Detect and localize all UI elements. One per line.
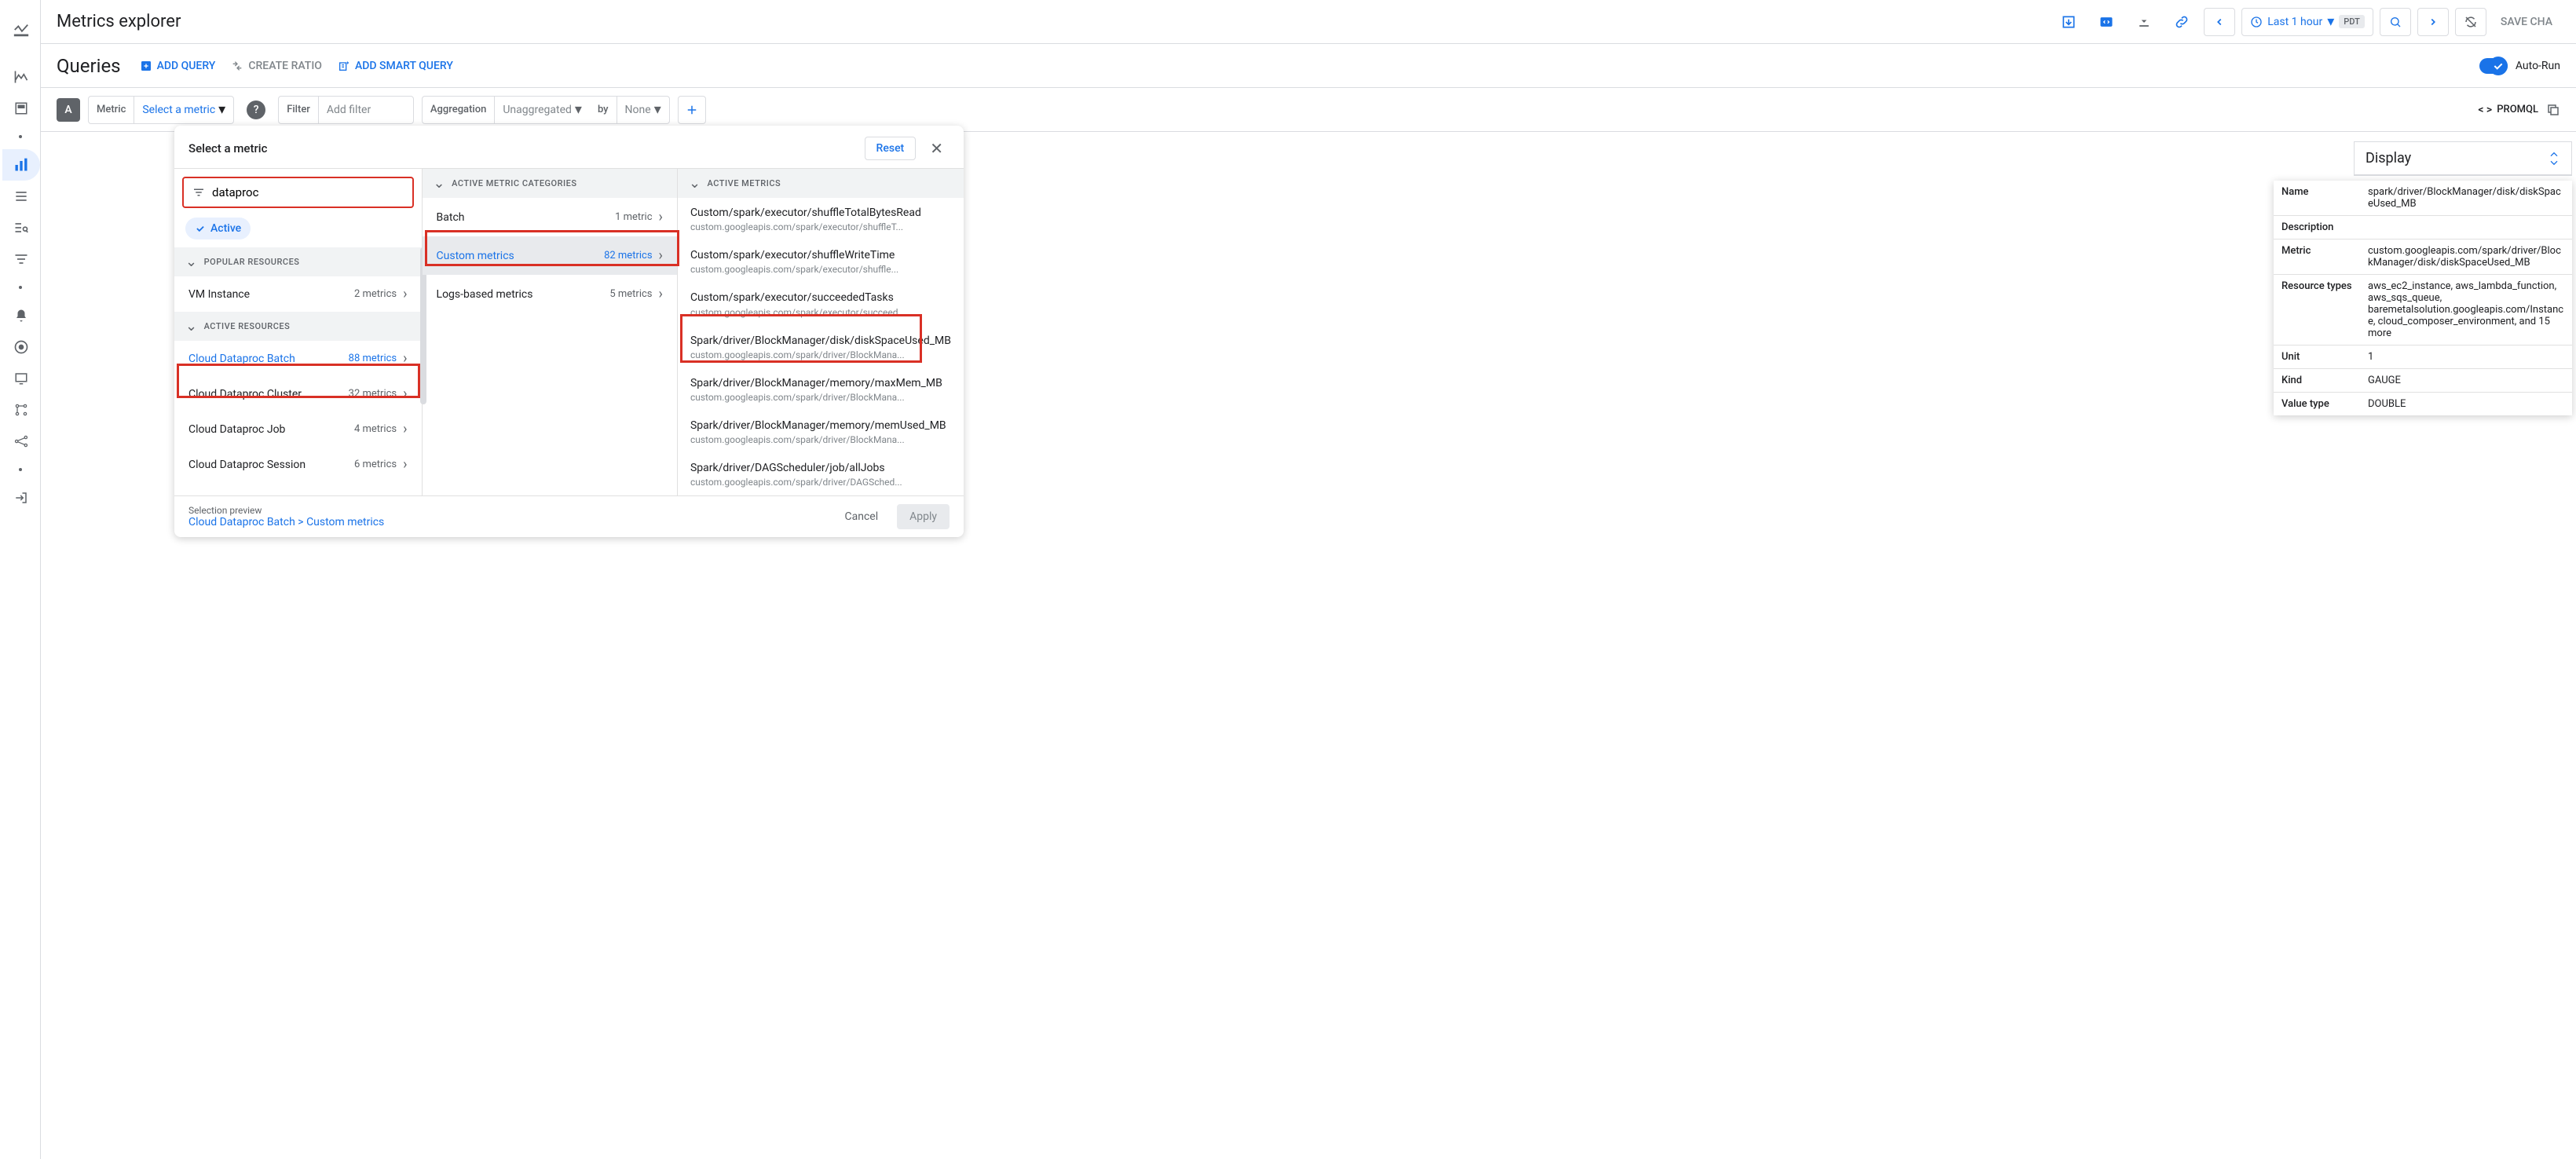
- metrics-explorer-icon[interactable]: [2, 149, 40, 181]
- metric-item[interactable]: Custom/spark/executor/shuffleWriteTime c…: [678, 240, 964, 283]
- queries-bar: Queries ADD QUERY CREATE RATIO ADD SMART…: [41, 44, 2576, 88]
- groups-icon[interactable]: [2, 394, 40, 426]
- by-select[interactable]: None ▾: [617, 101, 669, 118]
- search-list-icon[interactable]: [2, 212, 40, 243]
- create-ratio-button[interactable]: CREATE RATIO: [231, 60, 322, 72]
- cancel-button[interactable]: Cancel: [832, 504, 891, 529]
- dashboards-icon[interactable]: [2, 61, 40, 93]
- active-resources-header[interactable]: ⌄ACTIVE RESOURCES: [174, 312, 422, 341]
- query-id-chip[interactable]: A: [57, 98, 80, 122]
- left-nav-rail: [0, 0, 41, 1159]
- metric-item-diskspace[interactable]: Spark/driver/BlockManager/disk/diskSpace…: [678, 326, 964, 368]
- copy-icon[interactable]: [2546, 103, 2560, 117]
- page-title: Metrics explorer: [57, 12, 181, 31]
- metric-selector-dropdown: Select a metric Reset ✕: [174, 126, 964, 537]
- add-query-button[interactable]: ADD QUERY: [140, 60, 216, 72]
- metric-item[interactable]: Spark/driver/BlockManager/memory/memUsed…: [678, 411, 964, 453]
- categories-header[interactable]: ⌄ACTIVE METRIC CATEGORIES: [423, 169, 677, 198]
- select-metric-button[interactable]: Select a metric ▾: [134, 101, 233, 118]
- display-panel: Display: [2354, 141, 2572, 176]
- collapse-icon[interactable]: [2548, 151, 2560, 166]
- rail-separator: [19, 286, 22, 289]
- category-batch[interactable]: Batch 1 metric›: [423, 198, 677, 236]
- auto-run-label: Auto-Run: [2516, 60, 2560, 72]
- aggregation-select[interactable]: Unaggregated ▾: [495, 101, 590, 118]
- metric-details-card: Namespark/driver/BlockManager/disk/diskS…: [2274, 181, 2572, 415]
- add-condition-button[interactable]: [678, 96, 706, 124]
- preview-label: Selection preview: [188, 505, 384, 516]
- reset-button[interactable]: Reset: [865, 137, 917, 160]
- overview-icon[interactable]: [2, 14, 40, 46]
- dropdown-title: Select a metric: [188, 141, 267, 155]
- apply-button[interactable]: Apply: [897, 504, 950, 529]
- category-logs-based[interactable]: Logs-based metrics 5 metrics›: [423, 275, 677, 313]
- network-icon[interactable]: [2, 426, 40, 457]
- resource-dataproc-session[interactable]: Cloud Dataproc Session 6 metrics›: [174, 447, 422, 482]
- auto-run-toggle[interactable]: [2479, 58, 2508, 74]
- alerting-icon[interactable]: [2, 300, 40, 331]
- add-smart-query-button[interactable]: ADD SMART QUERY: [338, 60, 453, 72]
- search-input[interactable]: [212, 185, 404, 199]
- close-icon[interactable]: ✕: [924, 139, 950, 158]
- metric-item[interactable]: Spark/driver/DAGScheduler/job/allJobs cu…: [678, 453, 964, 495]
- search-box[interactable]: [182, 177, 414, 208]
- filter-list-icon[interactable]: [2, 243, 40, 275]
- active-filter-chip[interactable]: Active: [185, 218, 251, 239]
- save-chart-button[interactable]: SAVE CHA: [2493, 16, 2560, 28]
- time-range-selector[interactable]: Last 1 hour ▾ PDT: [2241, 8, 2373, 36]
- exit-icon[interactable]: [2, 482, 40, 514]
- queries-title: Queries: [57, 55, 121, 77]
- popular-resources-header[interactable]: ⌄POPULAR RESOURCES: [174, 247, 422, 276]
- code-icon[interactable]: [2091, 8, 2122, 36]
- top-header: Metrics explorer Last 1 hour ▾ PDT SAVE …: [41, 0, 2576, 44]
- monitor-icon[interactable]: [2, 363, 40, 394]
- resource-dataproc-cluster[interactable]: Cloud Dataproc Cluster 32 metrics›: [174, 376, 422, 411]
- rail-separator: [19, 135, 22, 138]
- resource-dataproc-job[interactable]: Cloud Dataproc Job 4 metrics›: [174, 411, 422, 447]
- filter-icon: [192, 185, 206, 199]
- preview-path[interactable]: Cloud Dataproc Batch > Custom metrics: [188, 516, 384, 528]
- metrics-header[interactable]: ⌄ACTIVE METRICS: [678, 169, 964, 198]
- save-dashboard-icon[interactable]: [2053, 8, 2084, 36]
- uptime-icon[interactable]: [2, 331, 40, 363]
- resource-vm-instance[interactable]: VM Instance 2 metrics›: [174, 276, 422, 312]
- display-title: Display: [2366, 150, 2411, 166]
- aggregation-label: Aggregation: [423, 97, 495, 123]
- grid-icon[interactable]: [2, 93, 40, 124]
- rail-separator: [19, 468, 22, 471]
- metric-item[interactable]: Custom/spark/executor/succeededTasks cus…: [678, 283, 964, 325]
- time-range-label: Last 1 hour: [2267, 16, 2322, 28]
- metric-item[interactable]: Spark/driver/BlockManager/memory/maxMem_…: [678, 368, 964, 411]
- metric-item[interactable]: Custom/spark/executor/shuffleTotalBytesR…: [678, 198, 964, 240]
- promql-button[interactable]: < > PROMQL: [2478, 104, 2538, 116]
- next-time-button[interactable]: [2417, 8, 2449, 36]
- prev-time-button[interactable]: [2204, 8, 2235, 36]
- timezone-badge: PDT: [2339, 15, 2365, 28]
- metric-label: Metric: [89, 97, 134, 123]
- filter-input[interactable]: Add filter: [319, 104, 413, 116]
- help-icon[interactable]: ?: [247, 101, 265, 119]
- filter-label: Filter: [279, 97, 319, 123]
- download-icon[interactable]: [2128, 8, 2160, 36]
- by-label: by: [590, 97, 617, 123]
- zoom-icon[interactable]: [2380, 8, 2411, 36]
- resource-dataproc-batch[interactable]: Cloud Dataproc Batch 88 metrics›: [174, 341, 422, 376]
- link-icon[interactable]: [2166, 8, 2197, 36]
- list-icon[interactable]: [2, 181, 40, 212]
- category-custom-metrics[interactable]: Custom metrics 82 metrics›: [423, 236, 677, 275]
- sync-off-icon[interactable]: [2455, 8, 2486, 36]
